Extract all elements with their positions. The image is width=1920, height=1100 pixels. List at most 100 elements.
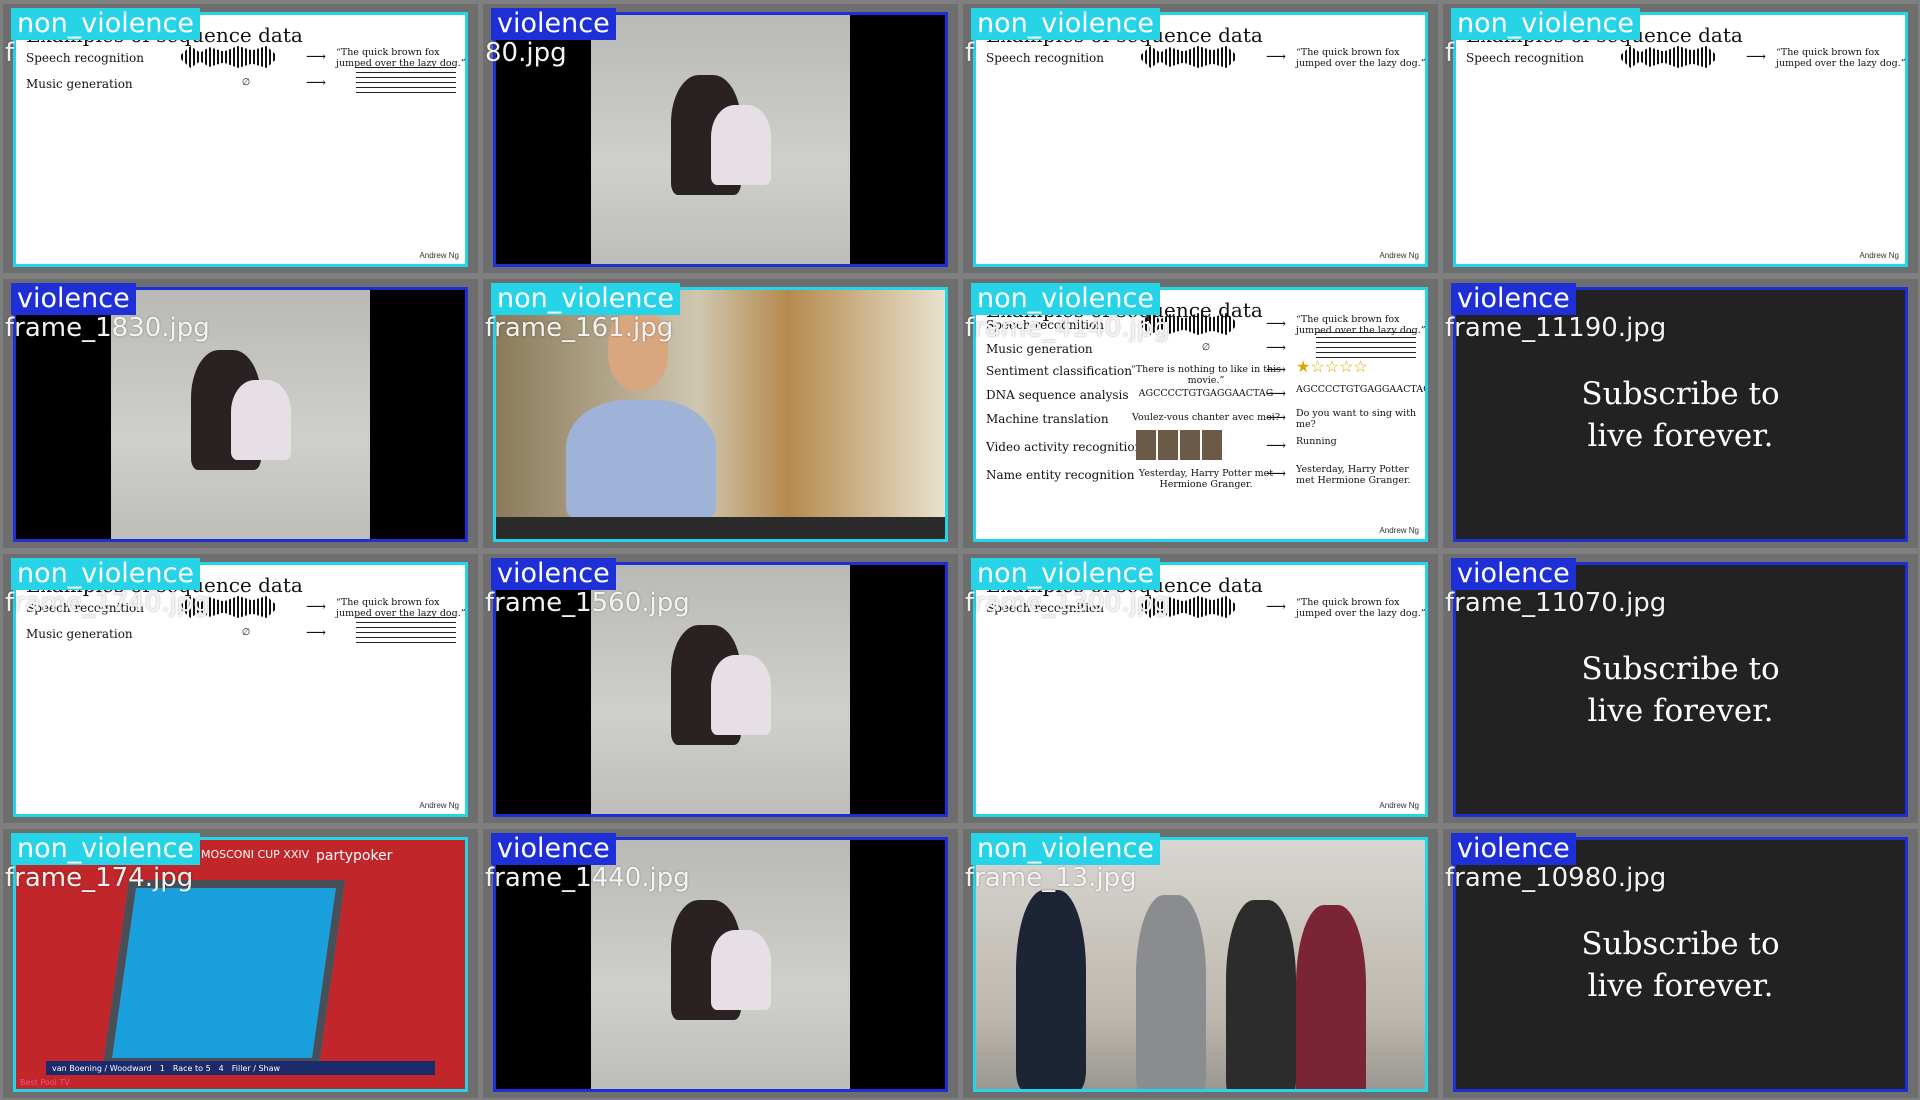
slide-row-input: Voulez-vous chanter avec moi? bbox=[1132, 412, 1280, 423]
class-label: non_violence bbox=[491, 283, 680, 315]
class-label: violence bbox=[491, 8, 616, 40]
frame-grid: Examples of sequence dataSpeech recognit… bbox=[0, 0, 1920, 1100]
slide-row-output: “The quick brown fox jumped over the laz… bbox=[336, 47, 466, 69]
class-label: violence bbox=[491, 833, 616, 865]
frame-tile[interactable]: Examples of sequence dataSpeech recognit… bbox=[3, 4, 478, 273]
frame-filename: frame_1300.jpg bbox=[965, 588, 1170, 618]
arrow-icon: ⟶ bbox=[1266, 340, 1287, 356]
frame-tile[interactable]: violence frame_1830.jpg bbox=[3, 279, 478, 548]
slide-row-label: Music generation bbox=[986, 342, 1093, 356]
slide-row-label: Video activity recognition bbox=[986, 440, 1143, 454]
class-label: non_violence bbox=[11, 558, 200, 590]
subscribe-text: Subscribe to live forever. bbox=[1581, 375, 1780, 454]
frame-filename: frame_10980.jpg bbox=[1445, 863, 1667, 893]
frame-filename: frame_1830.jpg bbox=[5, 313, 210, 343]
frame-tile[interactable]: Subscribe to live forever. violence frame_… bbox=[1443, 554, 1918, 823]
person-figure bbox=[1296, 905, 1366, 1089]
frame-tile[interactable]: non_violence frame_161.jpg bbox=[483, 279, 958, 548]
person-figure bbox=[711, 930, 771, 1010]
frame-tile[interactable]: Examples of sequence dataSpeech recognit… bbox=[963, 279, 1438, 548]
desk bbox=[496, 517, 945, 539]
frame-filename: frame_11070.jpg bbox=[1445, 588, 1667, 618]
arrow-icon: ⟶ bbox=[1746, 49, 1767, 65]
frame-tile[interactable]: partypoker MOSCONI CUP XXIV van Boening / … bbox=[3, 829, 478, 1098]
slide-credit: Andrew Ng bbox=[1379, 801, 1419, 810]
slide-row-label: DNA sequence analysis bbox=[986, 388, 1129, 402]
slide-row-label: Sentiment classification bbox=[986, 364, 1132, 378]
class-label: non_violence bbox=[971, 558, 1160, 590]
event-text: MOSCONI CUP XXIV bbox=[201, 848, 310, 861]
scoreboard-field: 1 bbox=[159, 1063, 165, 1073]
frame-tile[interactable]: Examples of sequence dataSpeech recognit… bbox=[963, 4, 1438, 273]
frame-filename: frame_1560.jpg bbox=[485, 588, 690, 618]
arrow-icon: ⟶ bbox=[1266, 386, 1287, 402]
slide-row-label: Speech recognition bbox=[986, 51, 1105, 65]
person-figure bbox=[1226, 900, 1296, 1089]
class-label: non_violence bbox=[971, 8, 1160, 40]
class-label: non_violence bbox=[971, 283, 1160, 315]
sponsor-text: partypoker bbox=[316, 848, 393, 864]
frame-tile[interactable]: non_violence frame_13.jpg bbox=[963, 829, 1438, 1098]
slide-row-input: ∅ bbox=[241, 627, 251, 638]
arrow-icon: ⟶ bbox=[306, 49, 327, 65]
class-label: violence bbox=[1451, 558, 1576, 590]
arrow-icon: ⟶ bbox=[1266, 316, 1287, 332]
frame-filename: frame_161.jpg bbox=[485, 313, 674, 343]
subscribe-text: Subscribe to live forever. bbox=[1581, 650, 1780, 729]
person-figure bbox=[231, 380, 291, 460]
scoreboard-field: Filler / Shaw bbox=[231, 1063, 281, 1073]
slide-row-label: Music generation bbox=[26, 77, 133, 91]
class-label: non_violence bbox=[11, 833, 200, 865]
frame-tile[interactable]: Examples of sequence dataSpeech recognit… bbox=[963, 554, 1438, 823]
frame-tile[interactable]: violence frame_1560.jpg bbox=[483, 554, 958, 823]
waveform-icon bbox=[181, 46, 276, 68]
slide-credit: Andrew Ng bbox=[419, 801, 459, 810]
rating-stars: ★☆☆☆☆ bbox=[1296, 357, 1368, 376]
class-label: violence bbox=[1451, 833, 1576, 865]
fight-scene bbox=[591, 15, 850, 264]
slide-row-output: AGCCCCTGTGAGGAACTAG bbox=[1296, 384, 1428, 395]
slide-row-label: Machine translation bbox=[986, 412, 1109, 426]
person-figure bbox=[711, 655, 771, 735]
frame-filename: frame_1440.jpg bbox=[485, 863, 690, 893]
frame-filename: frame_13.jpg bbox=[965, 863, 1137, 893]
arrow-icon: ⟶ bbox=[1266, 49, 1287, 65]
slide-row-label: Name entity recognition bbox=[986, 468, 1135, 482]
frame-filename: frame_11190.jpg bbox=[1445, 313, 1667, 343]
frame-image: Examples of sequence dataSpeech recognit… bbox=[973, 12, 1428, 267]
video-thumb bbox=[1202, 430, 1222, 460]
slide-row-label: Music generation bbox=[26, 627, 133, 641]
frame-tile[interactable]: violence frame_1440.jpg bbox=[483, 829, 958, 1098]
frame-tile[interactable]: Subscribe to live forever. violence frame_… bbox=[1443, 279, 1918, 548]
arrow-icon: ⟶ bbox=[306, 75, 327, 91]
arrow-icon: ⟶ bbox=[1266, 362, 1287, 378]
scoreboard-field: 4 bbox=[218, 1063, 224, 1073]
slide-row-output: Yesterday, Harry Potter met Hermione Gra… bbox=[1296, 464, 1411, 486]
frame-filename: frame_1740.jpg bbox=[5, 588, 210, 618]
frame-filename: f bbox=[5, 38, 15, 68]
class-label: non_violence bbox=[11, 8, 200, 40]
pool-table bbox=[102, 880, 346, 1066]
slide-row-input: ∅ bbox=[241, 77, 251, 88]
video-thumb bbox=[1136, 430, 1156, 460]
frame-tile[interactable]: Examples of sequence dataSpeech recognit… bbox=[1443, 4, 1918, 273]
scoreboard: van Boening / Woodward 1 Race to 5 4 Filler … bbox=[46, 1061, 435, 1075]
frame-tile[interactable]: Subscribe to live forever. violence frame_… bbox=[1443, 829, 1918, 1098]
slide-row-output: Do you want to sing with me? bbox=[1296, 408, 1417, 430]
waveform-icon bbox=[1141, 46, 1236, 68]
music-staff-icon bbox=[356, 67, 456, 93]
frame-tile[interactable]: Examples of sequence dataSpeech recognit… bbox=[3, 554, 478, 823]
arrow-icon: ⟶ bbox=[1266, 599, 1287, 615]
slide-row-input: AGCCCCTGTGAGGAACTAG bbox=[1138, 388, 1274, 399]
watermark: Best Pool TV bbox=[20, 1078, 70, 1087]
video-thumb bbox=[1180, 430, 1200, 460]
person-figure bbox=[1136, 895, 1206, 1089]
frame-tile[interactable]: violence 80.jpg bbox=[483, 4, 958, 273]
slide-credit: Andrew Ng bbox=[1379, 251, 1419, 260]
slide-row-output: “The quick brown fox jumped over the laz… bbox=[336, 597, 466, 619]
slide-row-input: Yesterday, Harry Potter met Hermione Gra… bbox=[1138, 468, 1274, 490]
slide-row-input: “There is nothing to like in this movie.… bbox=[1130, 364, 1282, 386]
class-label: non_violence bbox=[1451, 8, 1640, 40]
arrow-icon: ⟶ bbox=[1266, 410, 1287, 426]
person-figure bbox=[711, 105, 771, 185]
